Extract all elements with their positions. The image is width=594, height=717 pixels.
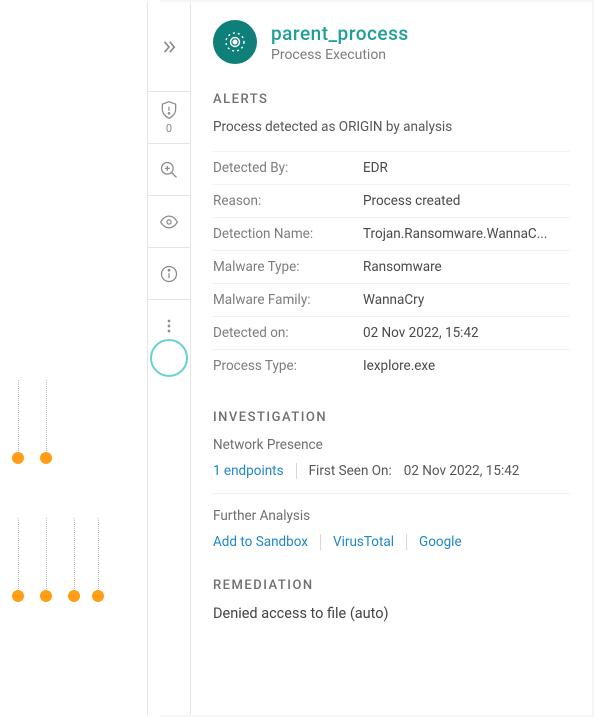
malware-family-val: WannaCry (363, 292, 424, 308)
endpoints-link[interactable]: 1 endpoints (213, 463, 284, 479)
shield-alert-icon (159, 100, 179, 120)
process-subtitle: Process Execution (271, 47, 409, 63)
malware-type-key: Malware Type: (213, 259, 363, 275)
info-icon (159, 264, 179, 284)
remediation-section-title: REMEDIATION (213, 578, 570, 593)
detection-name-val: Trojan.Ransomware.WannaC... (363, 226, 547, 242)
alerts-count: 0 (166, 122, 172, 135)
tab-investigation[interactable] (147, 144, 191, 196)
section-investigation: INVESTIGATION Network Presence 1 endpoin… (213, 410, 570, 550)
further-analysis-row: Add to Sandbox VirusTotal Google (213, 534, 570, 550)
eye-icon (159, 212, 179, 232)
investigation-section-title: INVESTIGATION (213, 410, 570, 425)
chevrons-right-icon (160, 38, 178, 56)
divider (213, 493, 570, 494)
process-type-key: Process Type: (213, 358, 363, 374)
process-type-val: Iexplore.exe (363, 358, 435, 374)
first-seen-value: 02 Nov 2022, 15:42 (404, 463, 520, 479)
reason-val: Process created (363, 193, 460, 209)
tab-more-actions[interactable] (147, 300, 191, 352)
malware-family-key: Malware Family: (213, 292, 363, 308)
remediation-text: Denied access to file (auto) (213, 605, 570, 622)
row-malware-type: Malware Type: Ransomware (213, 250, 570, 283)
row-detected-by: Detected By: EDR (213, 151, 570, 184)
row-detected-on: Detected on: 02 Nov 2022, 15:42 (213, 316, 570, 349)
more-vertical-icon (159, 316, 179, 336)
detail-icon-strip: 0 (147, 2, 191, 715)
detected-on-key: Detected on: (213, 325, 363, 341)
row-process-type: Process Type: Iexplore.exe (213, 349, 570, 382)
detected-by-val: EDR (363, 160, 388, 176)
row-detection-name: Detection Name: Trojan.Ransomware.WannaC… (213, 217, 570, 250)
alerts-section-title: ALERTS (213, 92, 570, 107)
detection-name-key: Detection Name: (213, 226, 363, 242)
malware-type-val: Ransomware (363, 259, 442, 275)
row-malware-family: Malware Family: WannaCry (213, 283, 570, 316)
add-to-sandbox-link[interactable]: Add to Sandbox (213, 534, 308, 550)
panel-header: parent_process Process Execution (213, 20, 570, 64)
tab-alerts[interactable]: 0 (147, 92, 191, 144)
virustotal-link[interactable]: VirusTotal (333, 534, 394, 550)
network-presence-label: Network Presence (213, 437, 570, 453)
row-reason: Reason: Process created (213, 184, 570, 217)
search-detail-icon (159, 160, 179, 180)
tab-visibility[interactable] (147, 196, 191, 248)
separator (406, 534, 407, 550)
section-remediation: REMEDIATION Denied access to file (auto) (213, 578, 570, 622)
process-node-icon (223, 30, 247, 54)
separator (320, 534, 321, 550)
section-alerts: ALERTS Process detected as ORIGIN by ana… (213, 92, 570, 382)
first-seen-label: First Seen On: (309, 463, 392, 479)
process-title: parent_process (271, 22, 409, 45)
detected-by-key: Detected By: (213, 160, 363, 176)
separator (296, 463, 297, 479)
graph-background (0, 0, 160, 717)
reason-key: Reason: (213, 193, 363, 209)
collapse-panel-button[interactable] (147, 2, 191, 92)
alerts-origin-line: Process detected as ORIGIN by analysis (213, 119, 570, 135)
further-analysis-label: Further Analysis (213, 508, 570, 524)
google-link[interactable]: Google (419, 534, 462, 550)
network-presence-row: 1 endpoints First Seen On: 02 Nov 2022, … (213, 463, 570, 479)
tab-info[interactable] (147, 248, 191, 300)
detail-panel: parent_process Process Execution ALERTS … (191, 2, 592, 715)
process-icon-badge (213, 20, 257, 64)
detected-on-val: 02 Nov 2022, 15:42 (363, 325, 479, 341)
